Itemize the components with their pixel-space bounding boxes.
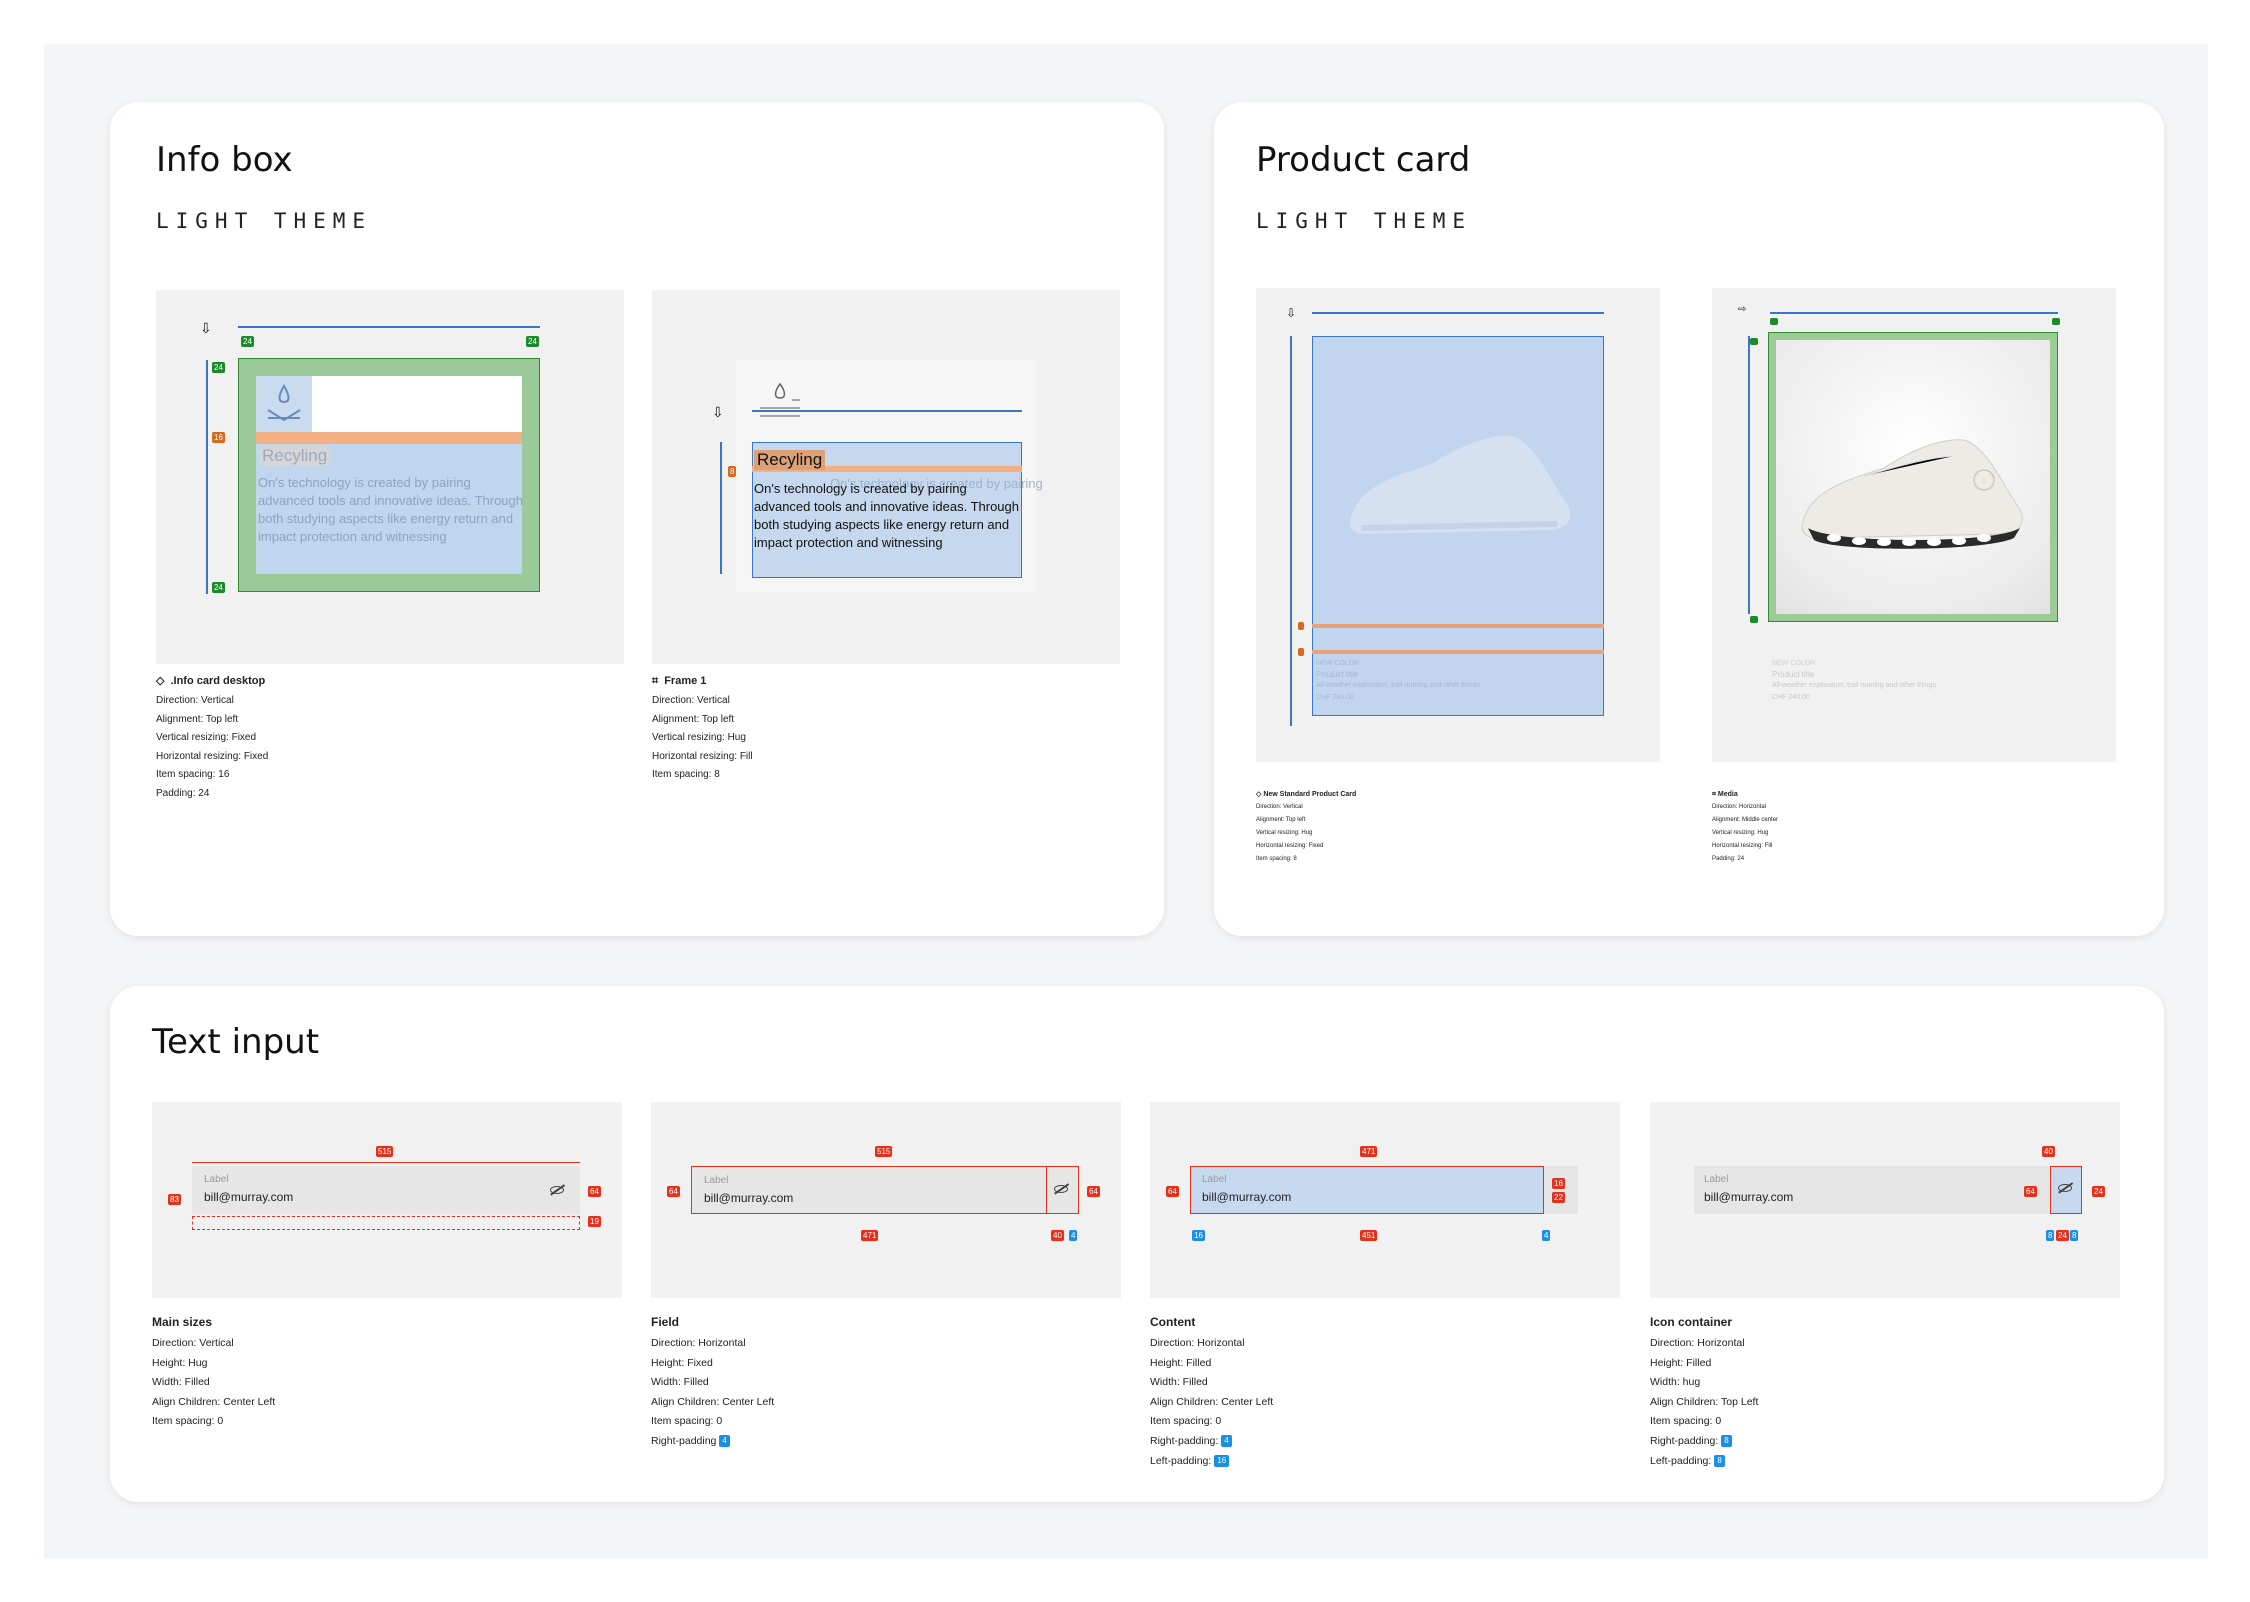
measure-tag: 19 bbox=[588, 1216, 601, 1227]
auto-layout-icon: ⇩ bbox=[200, 320, 212, 336]
content-panel: Label bill@murray.com 471 64 16 22 16 45… bbox=[1150, 1102, 1620, 1298]
measure-tag: 16 bbox=[1192, 1230, 1205, 1241]
water-drop-icon bbox=[256, 376, 312, 432]
specs-content: Content Direction: Horizontal Height: Fi… bbox=[1150, 1315, 1274, 1467]
product-card-left-panel: ⇩ NEW COLOR Product title All-weather ex… bbox=[1256, 288, 1660, 762]
measure-tag: 40 bbox=[1051, 1230, 1064, 1241]
measure-tag: 4 bbox=[1069, 1230, 1078, 1241]
theme-label: LIGHT THEME bbox=[1256, 209, 1473, 233]
spacing-tag bbox=[1750, 616, 1758, 623]
spacing-tag: 24 bbox=[526, 336, 539, 347]
spacing-tag: 8 bbox=[728, 466, 737, 477]
specs-left: ◇ .Info card desktop Direction: Vertical … bbox=[156, 670, 268, 804]
product-card-card: Product card LIGHT THEME ⇩ NEW COLOR Pro… bbox=[1214, 102, 2164, 936]
main-sizes-panel: Label bill@murray.com 515 83 64 19 bbox=[152, 1102, 622, 1298]
eye-off-icon[interactable] bbox=[1054, 1185, 1068, 1193]
product-price: CHF 240.00 bbox=[1316, 694, 1354, 701]
product-image bbox=[1794, 428, 2034, 563]
spacing-tag bbox=[2052, 318, 2060, 325]
text-field[interactable]: Label bill@murray.com bbox=[192, 1166, 580, 1214]
card-body: On's technology is created by pairing ad… bbox=[258, 475, 524, 544]
measure-tag: 16 bbox=[1552, 1178, 1565, 1189]
spacing-tag bbox=[1750, 338, 1758, 345]
card-title: Product card bbox=[1256, 140, 1471, 180]
component-icon: ◇ bbox=[156, 675, 165, 687]
spacing-tag: 24 bbox=[212, 362, 225, 373]
measure-tag: 64 bbox=[2024, 1186, 2037, 1197]
measure-tag: 40 bbox=[2042, 1146, 2055, 1157]
measure-tag: 471 bbox=[1360, 1146, 1378, 1157]
measure-tag: 64 bbox=[667, 1186, 680, 1197]
text-field[interactable]: Label bill@murray.com bbox=[691, 1166, 1079, 1214]
product-image bbox=[1342, 424, 1582, 559]
measure-tag: 64 bbox=[1087, 1186, 1100, 1197]
measure-tag: 515 bbox=[875, 1146, 893, 1157]
canvas: Info box LIGHT THEME ⇩ 24 24 24 16 24 Re… bbox=[44, 44, 2208, 1558]
spacing-tag bbox=[1770, 318, 1778, 325]
specs-right: ⌗ Media Direction: Horizontal Alignment:… bbox=[1712, 791, 1779, 862]
product-desc: All-weather exploration, trail running a… bbox=[1772, 682, 1936, 689]
card-heading: Recyling bbox=[260, 446, 330, 466]
card-heading: Recyling bbox=[754, 450, 826, 470]
measure-tag: 24 bbox=[2092, 1186, 2105, 1197]
text-field[interactable]: Label bill@murray.com bbox=[1190, 1166, 1578, 1214]
measure-tag: 471 bbox=[861, 1230, 879, 1241]
card-title: Info box bbox=[156, 140, 293, 180]
product-card-right-panel: ⇨ NEW COLOR Product title All-weather ex… bbox=[1712, 288, 2116, 762]
product-desc: All-weather exploration, trail running a… bbox=[1316, 682, 1480, 689]
specs-right: ⌗ Frame 1 Direction: Vertical Alignment: … bbox=[652, 670, 753, 785]
field-panel: Label bill@murray.com 515 64 64 471 40 4 bbox=[651, 1102, 1121, 1298]
measure-tag: 24 bbox=[2056, 1230, 2069, 1241]
measure-tag: 8 bbox=[2070, 1230, 2079, 1241]
text-input-card: Text input Label bill@murray.com 515 83 … bbox=[110, 986, 2164, 1502]
measure-tag: 64 bbox=[1166, 1186, 1179, 1197]
spacing-tag: 24 bbox=[241, 336, 254, 347]
measure-tag: 22 bbox=[1552, 1192, 1565, 1203]
spacing-tag bbox=[1298, 622, 1304, 630]
water-drop-icon bbox=[752, 378, 808, 428]
spacing-tag: 24 bbox=[212, 582, 225, 593]
auto-layout-icon: ⇩ bbox=[1286, 306, 1297, 320]
specs-field: Field Direction: Horizontal Height: Fixe… bbox=[651, 1315, 775, 1448]
product-badge: NEW COLOR bbox=[1772, 660, 1816, 667]
measure-tag: 8 bbox=[2046, 1230, 2055, 1241]
theme-label: LIGHT THEME bbox=[156, 209, 373, 233]
measure-tag: 4 bbox=[1542, 1230, 1551, 1241]
info-card-desktop-panel: ⇩ 24 24 24 16 24 Recyling On's technolog… bbox=[156, 290, 624, 664]
frame-icon: ⌗ bbox=[652, 675, 659, 687]
eye-off-icon[interactable] bbox=[550, 1186, 564, 1194]
measure-tag: 451 bbox=[1360, 1230, 1378, 1241]
frame-1-panel: ⇩ 8 Recyling On's technology is created … bbox=[652, 290, 1120, 664]
card-body: On's technology is created by pairing ad… bbox=[754, 481, 1020, 550]
auto-layout-icon: ⇨ bbox=[1738, 304, 1747, 315]
auto-layout-icon: ⇩ bbox=[712, 404, 724, 420]
measure-tag: 64 bbox=[588, 1186, 601, 1197]
spacing-tag bbox=[1298, 648, 1304, 656]
measure-tag: 83 bbox=[168, 1194, 181, 1205]
card-title: Text input bbox=[152, 1022, 320, 1062]
spacing-tag: 16 bbox=[212, 432, 225, 443]
eye-off-icon[interactable] bbox=[2058, 1184, 2072, 1192]
specs-main-sizes: Main sizes Direction: Vertical Height: H… bbox=[152, 1315, 276, 1428]
info-box-card: Info box LIGHT THEME ⇩ 24 24 24 16 24 Re… bbox=[110, 102, 1164, 936]
specs-left: ◇ New Standard Product Card Direction: V… bbox=[1256, 791, 1357, 862]
product-badge: NEW COLOR bbox=[1316, 660, 1360, 667]
specs-icon-container: Icon container Direction: Horizontal Hei… bbox=[1650, 1315, 1759, 1467]
measure-tag: 515 bbox=[376, 1146, 394, 1157]
product-title: Product title bbox=[1772, 670, 1815, 679]
product-title: Product title bbox=[1316, 670, 1359, 679]
icon-container-panel: Label bill@murray.com 40 64 24 8 24 8 bbox=[1650, 1102, 2120, 1298]
product-price: CHF 240.00 bbox=[1772, 694, 1810, 701]
